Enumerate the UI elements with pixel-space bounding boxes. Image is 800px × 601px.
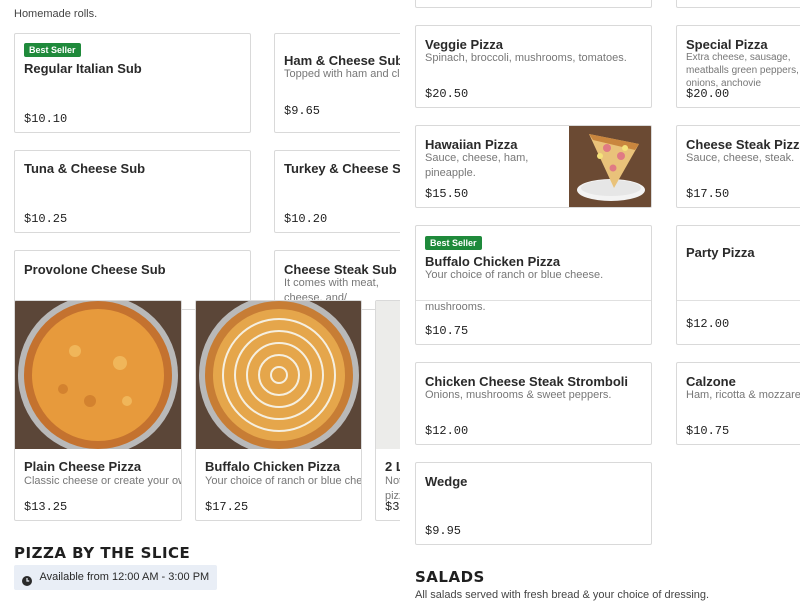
menu-item-turkey-cheese-sub[interactable]: Turkey & Cheese Sub $10.20 [274,150,400,233]
item-title: Turkey & Cheese Sub [284,161,400,176]
item-description: Your choice of ranch or blue cheese. [425,269,604,281]
item-price: $17.50 [686,187,730,201]
menu-item-ham-cheese-sub[interactable]: Ham & Cheese Sub Topped with ham and cla… [274,33,400,133]
item-price: $15.50 [425,187,469,201]
section-intro-salads: All salads served with fresh bread & you… [415,589,710,601]
menu-item-calzone[interactable]: Calzone Ham, ricotta & mozzarella cheese… [676,362,800,445]
item-title: Buffalo Chicken Pizza [425,254,561,269]
item-description: Spinach, broccoli, mushrooms, tomatoes. [425,52,627,64]
item-title: Calzone [686,374,736,389]
item-description: Onions, mushrooms & sweet peppers. [425,389,612,401]
menu-item-buffalo-chicken-pizza[interactable]: Best Seller Buffalo Chicken Pizza Your c… [415,225,652,345]
item-title: Provolone Cheese Sub [24,262,166,277]
section-title-pizza-by-the-slice: PIZZA BY THE SLICE [14,544,191,562]
item-description: Topped with ham and classic che [284,68,400,80]
menu-item-tuna-cheese-sub[interactable]: Tuna & Cheese Sub $10.25 [14,150,251,233]
section-intro-subs: Homemade rolls. [14,8,98,20]
item-price: $3. [385,500,400,514]
item-description: Sauce, cheese, ham, pineapple. [425,152,529,179]
item-description: Sauce, cheese, steak. [686,152,795,164]
menu-item-stromboli[interactable]: Chicken Cheese Steak Stromboli Onions, m… [415,362,652,445]
item-title: Cheese Steak Sub [284,262,397,277]
left-column: Homemade rolls. Best Seller Regular Ital… [0,0,400,600]
best-seller-badge: Best Seller [24,43,81,57]
item-price: $13.25 [24,500,68,514]
item-title: Party Pizza [686,245,755,260]
item-image-placeholder [376,301,400,449]
item-price: $10.25 [24,212,68,226]
item-title: Buffalo Chicken Pizza [205,459,341,474]
menu-item-card-partial[interactable] [415,0,652,8]
item-price: $10.75 [686,424,730,438]
item-title: Ham & Cheese Sub [284,53,400,68]
menu-item-veggie-pizza[interactable]: Veggie Pizza Spinach, broccoli, mushroom… [415,25,652,108]
item-price: $20.00 [686,87,730,101]
item-price: $17.25 [205,500,249,514]
item-title: Veggie Pizza [425,37,504,52]
item-price: $9.65 [284,104,321,118]
featured-item-plain-cheese-pizza[interactable]: Plain Cheese Pizza Classic cheese or cre… [14,300,182,521]
item-price: $10.75 [425,324,469,338]
item-description: Your choice of ranch or blue cheese. [205,475,362,487]
menu-item-wedge[interactable]: Wedge $9.95 [415,462,652,545]
item-title: Wedge [425,474,468,489]
item-price: $12.00 [425,424,469,438]
item-price: $20.50 [425,87,469,101]
availability-text: Available from 12:00 AM - 3:00 PM [39,571,210,583]
menu-item-card-partial[interactable] [676,0,800,8]
item-title: Regular Italian Sub [24,61,142,76]
item-title: Special Pizza [686,37,768,52]
item-description: Classic cheese or create your own pizza. [24,475,181,487]
best-seller-badge: Best Seller [425,236,482,250]
section-title-salads: SALADS [415,568,485,586]
hawaiian-pizza-image [569,126,651,207]
item-price: $10.10 [24,112,68,126]
menu-item-hawaiian-pizza[interactable]: Hawaiian Pizza Sauce, cheese, ham, pinea… [415,125,652,208]
item-title: Tuna & Cheese Sub [24,161,146,176]
item-price: $9.95 [425,524,462,538]
item-title: 2 Li [385,459,400,474]
item-price: $10.20 [284,212,328,226]
availability-notice: Available from 12:00 AM - 3:00 PM [14,565,218,590]
featured-item-buffalo-chicken-pizza[interactable]: Buffalo Chicken Pizza Your choice of ran… [195,300,362,521]
buffalo-chicken-pizza-image [196,301,361,449]
menu-item-cheese-steak-pizza[interactable]: Cheese Steak Pizza Sauce, cheese, steak.… [676,125,800,208]
item-description-overlap: mushrooms. [425,301,486,313]
item-description: Extra cheese, sausage, meatballs green p… [686,52,799,89]
item-title: Cheese Steak Pizza [686,137,800,152]
clock-icon [22,571,32,587]
item-title: Plain Cheese Pizza [24,459,142,474]
plain-cheese-pizza-image [15,301,181,449]
item-price: $12.00 [686,317,730,331]
item-description: Ham, ricotta & mozzarella cheese [686,389,800,401]
menu-item-special-pizza[interactable]: Special Pizza Extra cheese, sausage, mea… [676,25,800,108]
menu-item-party-pizza[interactable]: Party Pizza $12.00 [676,225,800,345]
item-title: Chicken Cheese Steak Stromboli [425,374,629,389]
featured-item-partial[interactable]: 2 Li Noth pizz $3. [375,300,400,521]
menu-item-regular-italian-sub[interactable]: Best Seller Regular Italian Sub $10.10 [14,33,251,133]
item-title: Hawaiian Pizza [425,137,518,152]
divider [677,300,800,301]
